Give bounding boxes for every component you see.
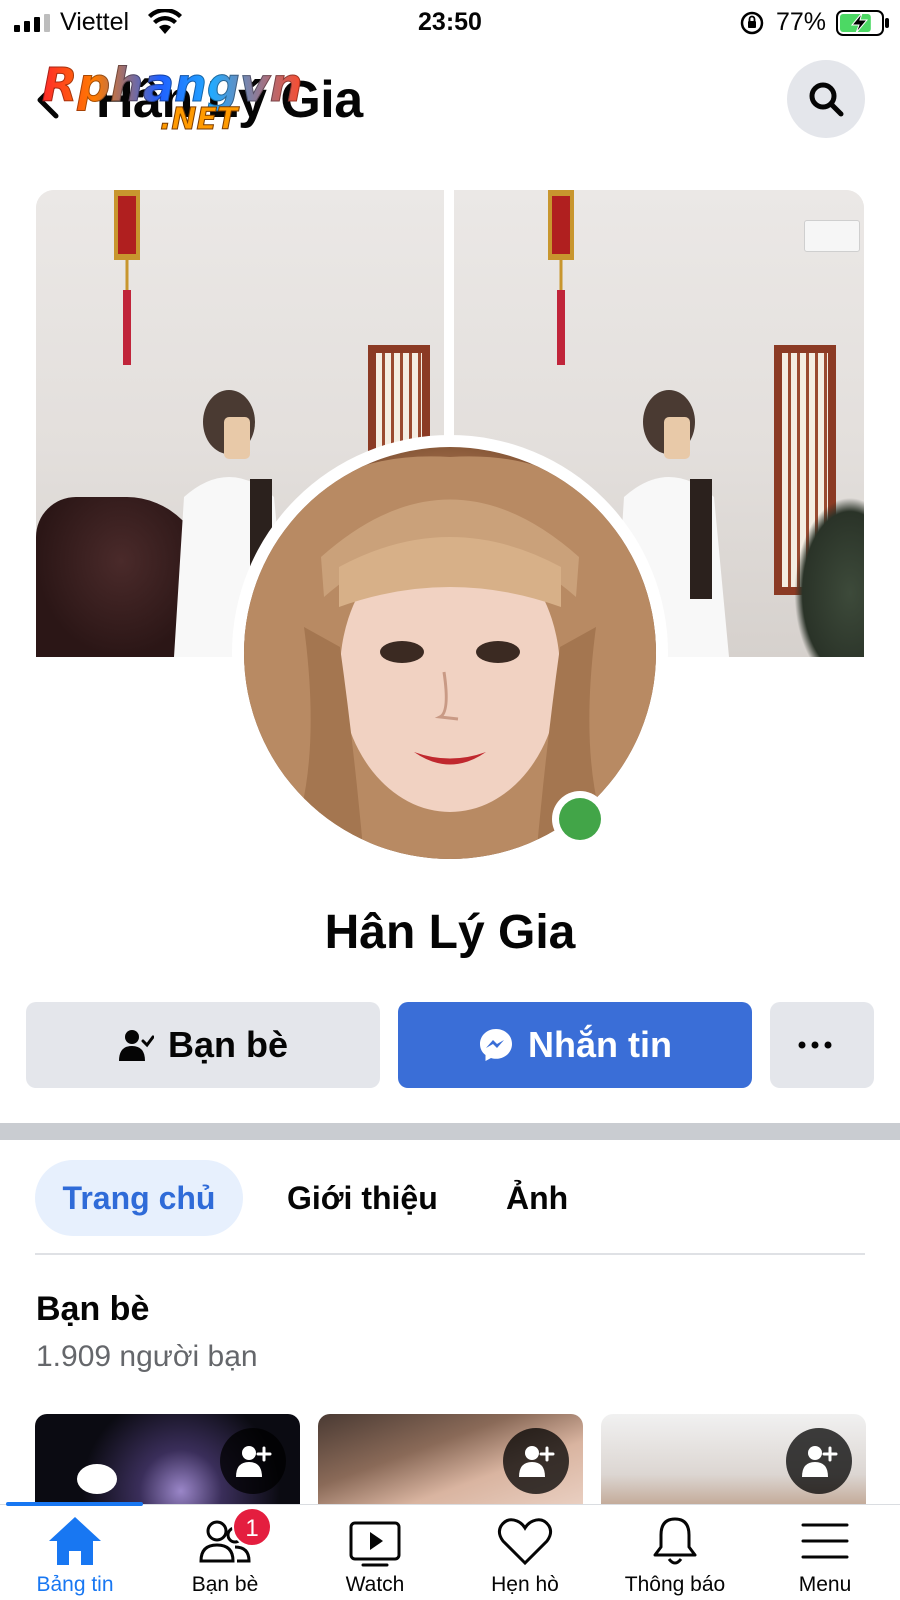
search-button[interactable] — [787, 60, 865, 138]
messenger-icon — [480, 1029, 512, 1061]
friends-section-title: Bạn bè — [36, 1290, 150, 1328]
add-friend-icon — [236, 1446, 272, 1477]
more-button[interactable] — [770, 1002, 874, 1088]
page-title: Hân Lý Gia — [96, 71, 363, 129]
tabs-divider — [35, 1253, 865, 1255]
add-friend-icon — [519, 1446, 555, 1477]
section-divider — [0, 1123, 900, 1140]
status-bar: Viettel 23:50 77% — [0, 0, 900, 46]
tab-photos[interactable]: Ảnh — [506, 1160, 568, 1236]
online-status-indicator — [552, 791, 608, 847]
nav-notifications[interactable]: Thông báo — [600, 1505, 750, 1600]
friends-count: 1.909 người bạn — [36, 1340, 258, 1373]
add-friend-button[interactable] — [220, 1428, 286, 1494]
friends-button-label: Bạn bè — [167, 1024, 289, 1065]
dating-heart-icon — [497, 1518, 553, 1566]
plant — [794, 497, 864, 657]
friend-check-icon — [118, 1030, 154, 1061]
nav-label: Bạn bè — [191, 1573, 259, 1596]
message-button[interactable]: Nhắn tin — [398, 1002, 752, 1088]
tab-about[interactable]: Giới thiệu — [287, 1160, 438, 1236]
status-time: 23:50 — [418, 8, 482, 36]
nav-label: Thông báo — [624, 1573, 726, 1596]
profile-name: Hân Lý Gia — [324, 906, 576, 959]
battery-percent: 77% — [776, 8, 827, 36]
air-conditioner — [804, 220, 860, 252]
battery-charging-icon — [836, 10, 889, 36]
lantern-decoration — [114, 190, 140, 365]
profile-header: Hân Lý Gia Rphangvn .NET — [0, 46, 900, 156]
nav-dating[interactable]: Hẹn hò — [450, 1505, 600, 1600]
bottom-navigation: Bảng tin 1 Bạn bè Watch Hẹn hò Thông báo — [0, 1502, 900, 1600]
nav-watch[interactable]: Watch — [300, 1505, 450, 1600]
nav-label: Menu — [798, 1573, 852, 1596]
nav-friends[interactable]: 1 Bạn bè — [150, 1505, 300, 1600]
watch-icon — [349, 1521, 401, 1567]
tab-home[interactable]: Trang chủ — [35, 1160, 243, 1236]
nav-label: Watch — [345, 1573, 405, 1596]
lantern-decoration — [548, 190, 574, 365]
heart-bubble-icon — [77, 1464, 117, 1494]
menu-icon — [801, 1523, 849, 1559]
notification-badge: 1 — [232, 1507, 272, 1547]
message-button-label: Nhắn tin — [528, 1024, 672, 1065]
more-dots-icon — [798, 1041, 832, 1049]
add-friend-button[interactable] — [503, 1428, 569, 1494]
chevron-left-icon[interactable] — [34, 80, 60, 120]
rotation-lock-icon — [740, 11, 764, 35]
nav-label: Hẹn hò — [491, 1573, 559, 1596]
friends-button[interactable]: Bạn bè — [26, 1002, 380, 1088]
nav-news-feed[interactable]: Bảng tin — [0, 1505, 150, 1600]
nav-label: Bảng tin — [36, 1573, 114, 1596]
add-friend-button[interactable] — [786, 1428, 852, 1494]
home-icon — [49, 1517, 101, 1565]
search-icon — [809, 82, 844, 117]
bell-icon — [653, 1517, 697, 1565]
add-friend-icon — [802, 1446, 838, 1477]
nav-menu[interactable]: Menu — [750, 1505, 900, 1600]
